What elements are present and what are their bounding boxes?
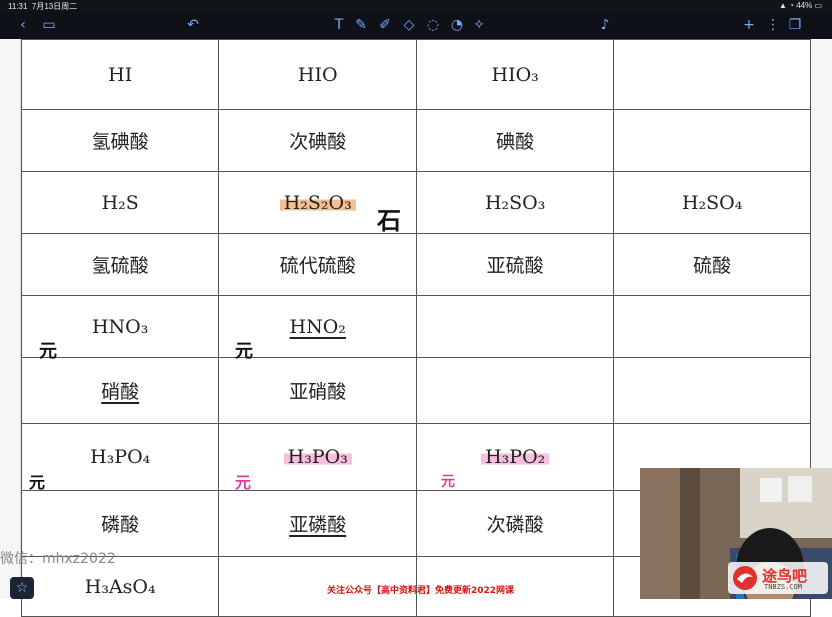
table-cell: 氢碘酸 — [20, 109, 220, 172]
highlighted-formula: H₃PO₂ — [481, 446, 550, 468]
highlighted-formula: H₂S₂O₃ — [279, 191, 356, 214]
table-row: HI HIO HIO₃ — [20, 39, 811, 110]
table-cell: 硫代硫酸 — [218, 233, 418, 296]
table-cell: 亚磷酸 — [218, 490, 418, 557]
table-row: H₂S H₂S₂O₃ H₂SO₃ H₂SO₄ — [20, 171, 811, 234]
add-icon[interactable]: + — [740, 16, 758, 34]
status-bar: 11:31 7月13日周二 ▲ ◔ 44% ▭ — [0, 0, 832, 12]
table-cell: HIO₃ — [416, 39, 615, 110]
text-tool-icon[interactable]: T — [330, 16, 348, 34]
table-row: 氢碘酸 次碘酸 碘酸 — [20, 109, 811, 172]
table-cell: H₂SO₃ — [416, 171, 615, 234]
table-cell: HIO — [218, 39, 418, 110]
pen-icon[interactable]: ✎ — [352, 16, 370, 34]
table-cell: 次碘酸 — [218, 109, 418, 172]
table-cell — [613, 109, 811, 172]
status-time: 11:31 7月13日周二 — [8, 2, 78, 11]
highlighted-formula: H₃PO₃ — [283, 446, 352, 468]
site-logo: 途鸟吧 TNBZS.COM — [728, 562, 828, 594]
table-cell: 氢硫酸 — [20, 233, 220, 296]
table-cell: 硝酸 — [20, 357, 220, 424]
star-icon[interactable]: ☆ — [10, 577, 34, 599]
table-cell: HI — [20, 39, 220, 110]
ink-annotation: 元 — [29, 473, 46, 492]
table-cell — [613, 357, 811, 424]
table-cell: 亚硫酸 — [416, 233, 615, 296]
table-cell: 硫酸 — [613, 233, 811, 296]
table-cell: 磷酸 — [20, 490, 220, 557]
top-toolbar: ‹ ▭ ↶ T ✎ ✐ ◇ ◌ ◔ ✧ ♪ + ⋮ ❐ — [0, 12, 832, 39]
table-cell: H₂S — [20, 171, 220, 234]
table-cell: 次磷酸 — [416, 490, 615, 557]
logo-url: TNBZS.COM — [764, 583, 802, 591]
undo-icon[interactable]: ↶ — [184, 16, 202, 34]
table-row: HNO₃ HNO₂ — [20, 295, 811, 358]
table-cell — [416, 357, 615, 424]
ink-annotation: 元 — [235, 473, 252, 492]
mic-icon[interactable]: ♪ — [596, 16, 614, 34]
ink-annotation: 元 — [39, 341, 57, 362]
promo-banner: 关注公众号【高中资料君】免费更新2022网课 — [327, 586, 515, 596]
table-cell: H₃PO₄ — [20, 423, 220, 491]
watermark-text: 微信：mhxz2022 — [0, 551, 116, 567]
pages-icon[interactable]: ❐ — [786, 16, 804, 34]
tabs-icon[interactable]: ▭ — [40, 16, 58, 34]
eraser-icon[interactable]: ◇ — [400, 16, 418, 34]
highlighter-icon[interactable]: ✐ — [376, 16, 394, 34]
ink-annotation: 石 — [377, 207, 401, 235]
table-cell — [613, 295, 811, 358]
shape-icon[interactable]: ◔ — [448, 16, 466, 34]
laser-icon[interactable]: ✧ — [470, 16, 488, 34]
table-cell: 亚硝酸 — [218, 357, 418, 424]
table-cell: H₂SO₄ — [613, 171, 811, 234]
status-battery: ▲ ◔ 44% ▭ — [779, 1, 822, 10]
lasso-icon[interactable]: ◌ — [424, 16, 442, 34]
bird-logo-icon — [733, 566, 757, 590]
table-row: 硝酸 亚硝酸 — [20, 357, 811, 424]
table-cell — [613, 39, 811, 110]
table-cell — [416, 295, 615, 358]
table-row: 氢硫酸 硫代硫酸 亚硫酸 硫酸 — [20, 233, 811, 296]
ink-annotation: 元 — [441, 474, 455, 490]
back-chevron-icon[interactable]: ‹ — [14, 16, 32, 34]
table-cell: 碘酸 — [416, 109, 615, 172]
ink-annotation: 元 — [235, 341, 253, 362]
more-icon[interactable]: ⋮ — [764, 16, 782, 34]
